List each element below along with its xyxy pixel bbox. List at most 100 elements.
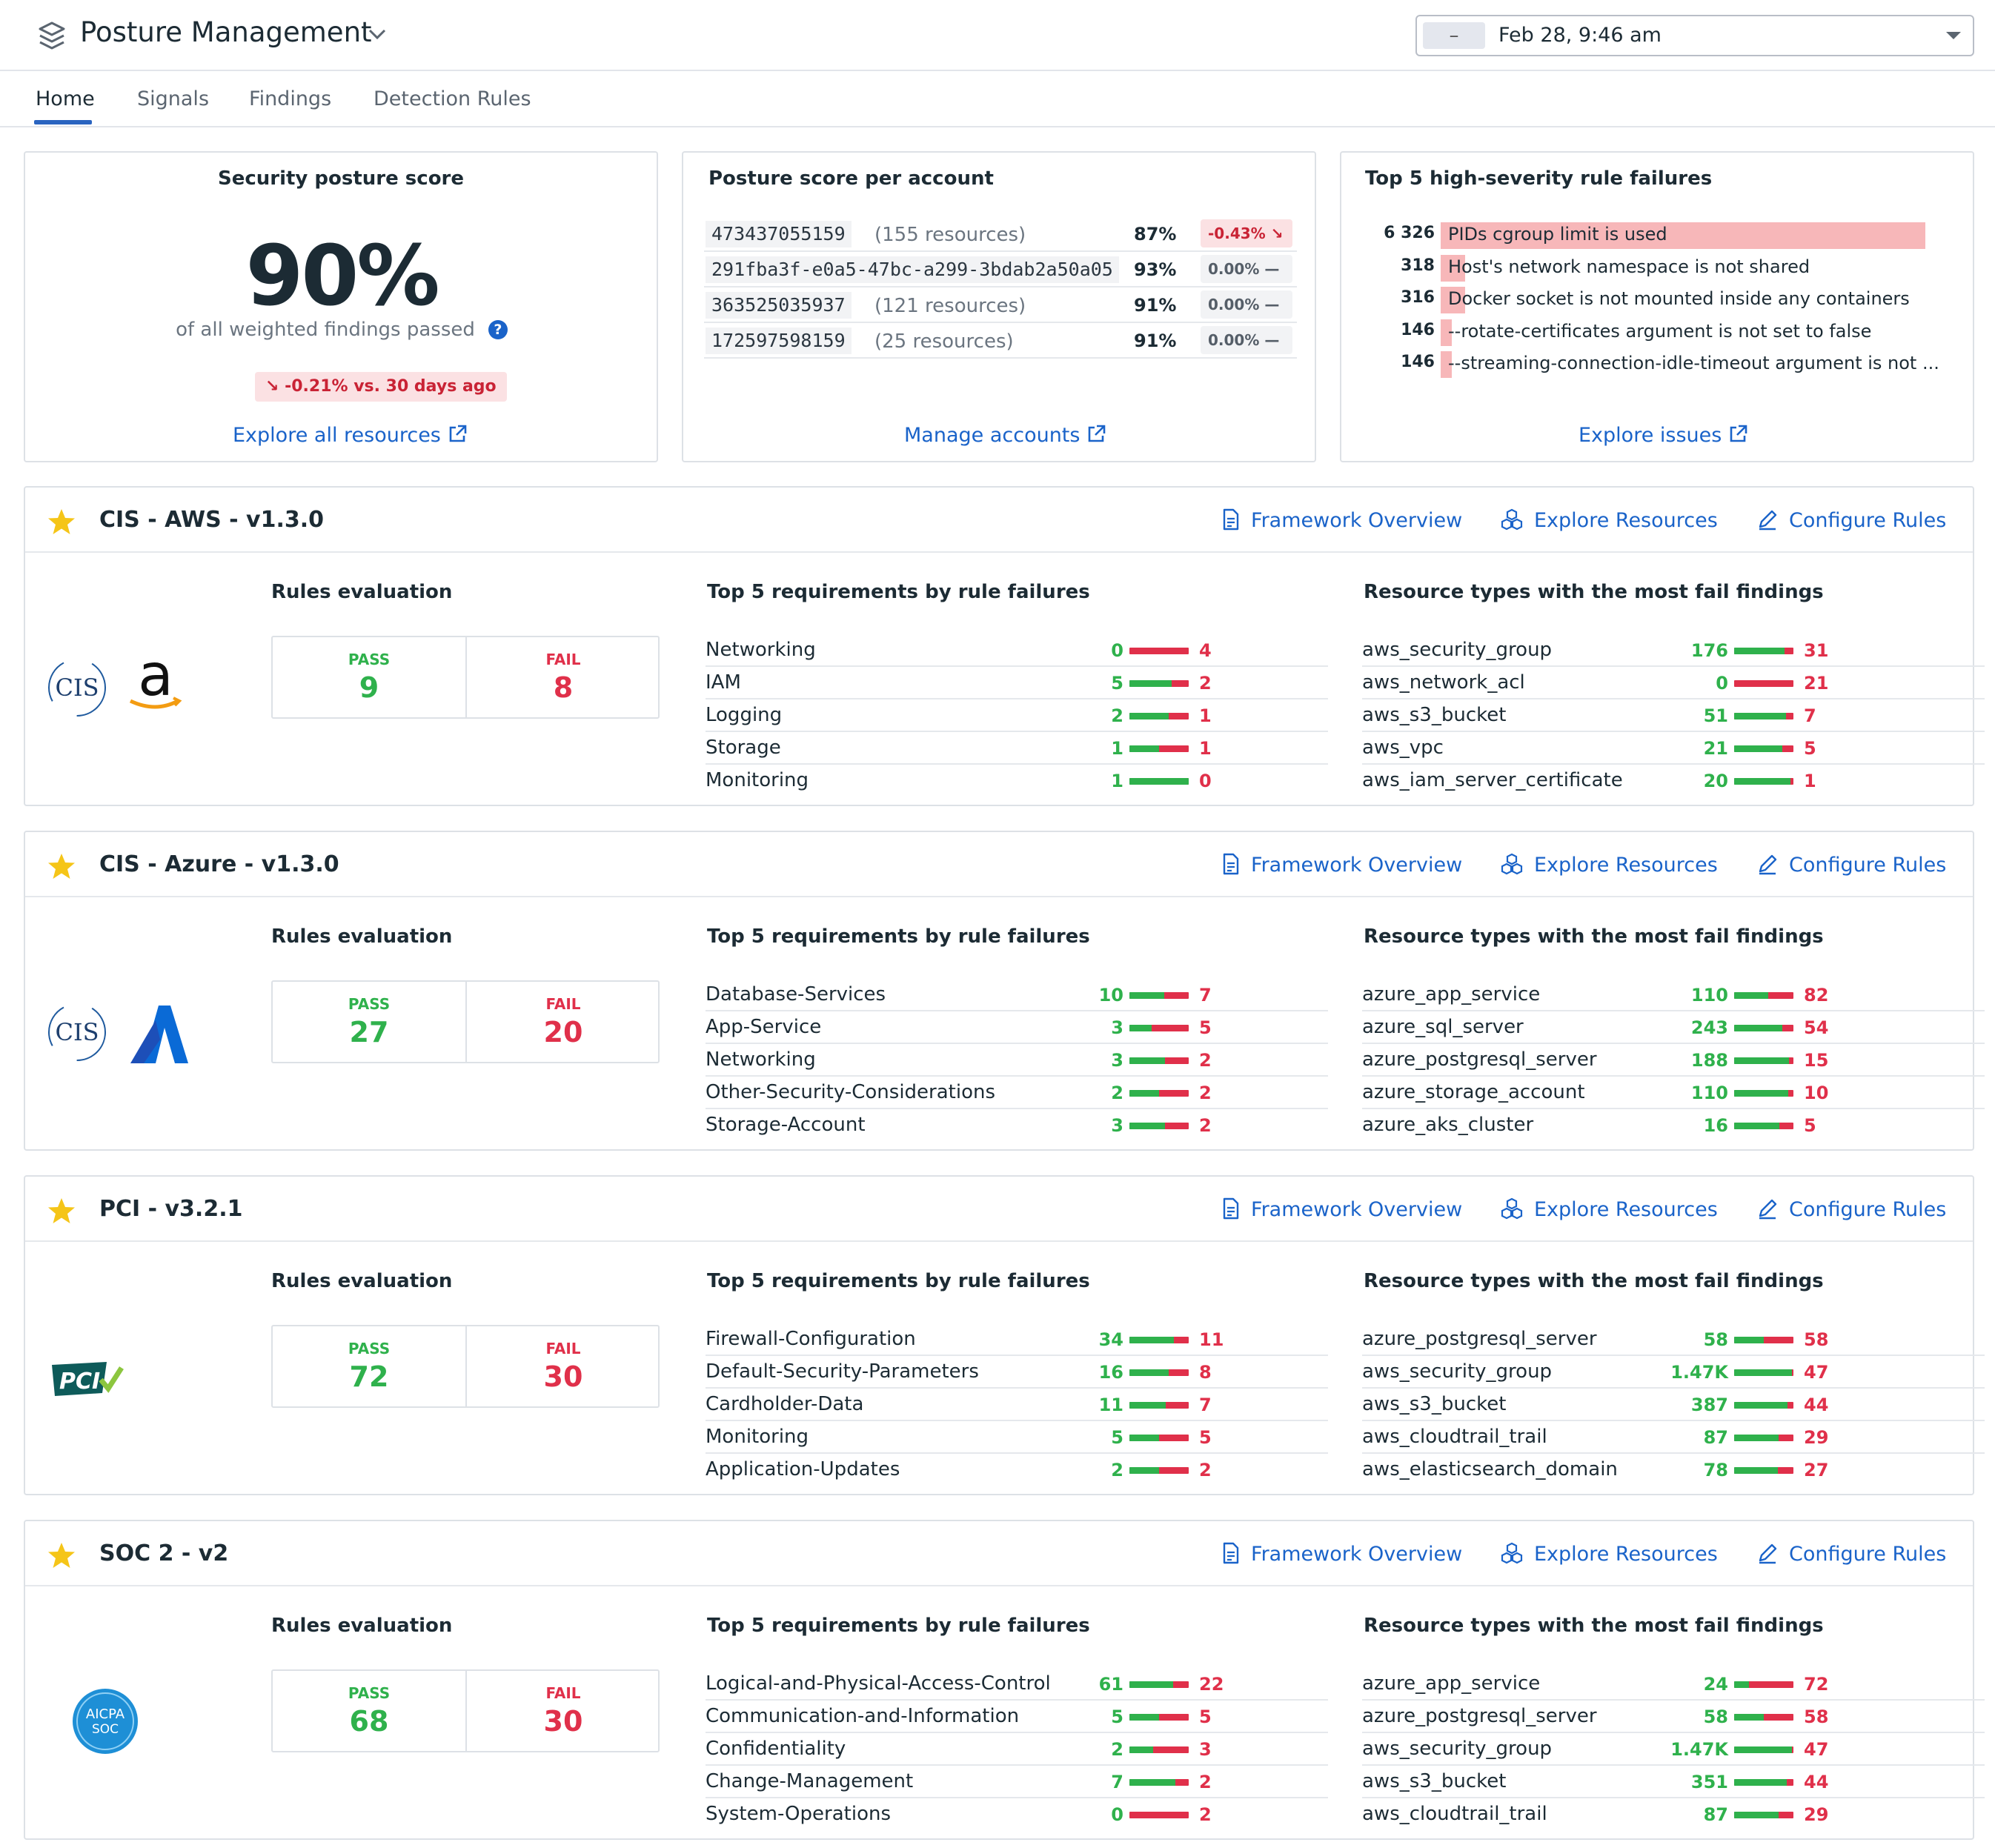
rule-failure-row[interactable]: 146 --streaming-connection-idle-timeout a…	[1341, 348, 1971, 379]
row-pass-count: 3	[1111, 1050, 1123, 1071]
link-text: Explore Resources	[1534, 1198, 1718, 1221]
requirement-row[interactable]: Networking 0 4	[706, 634, 1328, 667]
pass-fail-box[interactable]: PASS 72 FAIL 30	[271, 1325, 660, 1408]
resource-row[interactable]: azure_postgresql_server 58 58	[1362, 1323, 1985, 1356]
link-text: Framework Overview	[1251, 1198, 1463, 1221]
rule-failure-row[interactable]: 318 Host's network namespace is not share…	[1341, 252, 1971, 283]
requirement-row[interactable]: Firewall-Configuration 34 11	[706, 1323, 1328, 1356]
resource-row[interactable]: aws_vpc 21 5	[1362, 732, 1985, 765]
row-name: azure_aks_cluster	[1362, 1114, 1534, 1136]
requirement-row[interactable]: Logging 2 1	[706, 699, 1328, 732]
rule-failure-row[interactable]: 146 --rotate-certificates argument is not…	[1341, 316, 1971, 348]
resource-row[interactable]: aws_security_group 176 31	[1362, 634, 1985, 667]
resource-row[interactable]: aws_s3_bucket 351 44	[1362, 1766, 1985, 1798]
requirement-row[interactable]: Monitoring 1 0	[706, 765, 1328, 797]
framework-overview-link[interactable]: Framework Overview	[1221, 508, 1462, 532]
requirement-row[interactable]: Storage 1 1	[706, 732, 1328, 765]
requirement-row[interactable]: System-Operations 0 2	[706, 1798, 1328, 1831]
star-icon[interactable]	[47, 1197, 76, 1224]
configure-rules-link[interactable]: Configure Rules	[1756, 1542, 1946, 1566]
star-icon[interactable]	[47, 508, 76, 535]
row-pass-count: 110	[1690, 1083, 1728, 1103]
resource-row[interactable]: azure_aks_cluster 16 5	[1362, 1109, 1985, 1142]
page-title[interactable]: Posture Management	[80, 16, 372, 48]
resource-types-title: Resource types with the most fail findin…	[1364, 1270, 1824, 1292]
pass-fail-bar	[1734, 1025, 1793, 1031]
star-icon[interactable]	[47, 853, 76, 880]
tab-home[interactable]: Home	[36, 87, 95, 110]
requirement-row[interactable]: Cardholder-Data 11 7	[706, 1389, 1328, 1421]
resource-row[interactable]: aws_iam_server_certificate 20 1	[1362, 765, 1985, 797]
resource-row[interactable]: azure_storage_account 110 10	[1362, 1077, 1985, 1109]
requirement-row[interactable]: Communication-and-Information 5 5	[706, 1701, 1328, 1733]
resource-row[interactable]: aws_security_group 1.47K 47	[1362, 1356, 1985, 1389]
resource-row[interactable]: azure_postgresql_server 58 58	[1362, 1701, 1985, 1733]
tab-findings[interactable]: Findings	[249, 87, 331, 110]
resource-row[interactable]: aws_elasticsearch_domain 78 27	[1362, 1454, 1985, 1486]
resource-row[interactable]: aws_s3_bucket 387 44	[1362, 1389, 1985, 1421]
explore-resources-link[interactable]: Explore Resources	[1500, 1197, 1718, 1221]
explore-all-resources-link[interactable]: Explore all resources	[233, 424, 468, 447]
framework-name: SOC 2 - v2	[99, 1540, 229, 1566]
account-row[interactable]: 363525035937 (121 resources) 91% 0.00% —	[704, 287, 1297, 323]
tab-detection-rules[interactable]: Detection Rules	[374, 87, 531, 110]
rule-failure-row[interactable]: 316 Docker socket is not mounted inside a…	[1341, 284, 1971, 315]
framework-overview-link[interactable]: Framework Overview	[1221, 853, 1462, 877]
configure-rules-link[interactable]: Configure Rules	[1756, 1197, 1946, 1221]
requirement-row[interactable]: Change-Management 7 2	[706, 1766, 1328, 1798]
row-name: aws_iam_server_certificate	[1362, 769, 1623, 791]
account-row[interactable]: 473437055159 (155 resources) 87% -0.43% ↘	[704, 216, 1297, 252]
requirement-row[interactable]: Database-Services 10 7	[706, 979, 1328, 1011]
row-fail-count: 44	[1804, 1772, 1829, 1792]
star-icon[interactable]	[47, 1542, 76, 1569]
score-delta-badge: ↘ -0.21% vs. 30 days ago	[255, 372, 507, 402]
pass-bar-fill	[1734, 1025, 1783, 1031]
external-link-icon	[1089, 425, 1106, 442]
resource-row[interactable]: aws_s3_bucket 51 7	[1362, 699, 1985, 732]
framework-overview-link[interactable]: Framework Overview	[1221, 1197, 1462, 1221]
rule-failure-row[interactable]: 6 326 PIDs cgroup limit is used	[1341, 219, 1971, 250]
requirement-row[interactable]: Other-Security-Considerations 2 2	[706, 1077, 1328, 1109]
time-picker[interactable]: – Feb 28, 9:46 am	[1415, 15, 1974, 56]
posture-score: 90%	[245, 228, 439, 325]
configure-rules-link[interactable]: Configure Rules	[1756, 508, 1946, 532]
resource-row[interactable]: azure_sql_server 243 54	[1362, 1011, 1985, 1044]
pass-fail-box[interactable]: PASS 68 FAIL 30	[271, 1669, 660, 1752]
resource-row[interactable]: azure_postgresql_server 188 15	[1362, 1044, 1985, 1077]
tab-signals[interactable]: Signals	[137, 87, 209, 110]
requirement-row[interactable]: Storage-Account 3 2	[706, 1109, 1328, 1142]
account-row[interactable]: 172597598159 (25 resources) 91% 0.00% —	[704, 323, 1297, 359]
chevron-down-icon[interactable]	[366, 27, 388, 41]
explore-resources-link[interactable]: Explore Resources	[1500, 1542, 1718, 1566]
resource-row[interactable]: aws_security_group 1.47K 47	[1362, 1733, 1985, 1766]
requirement-row[interactable]: Confidentiality 2 3	[706, 1733, 1328, 1766]
requirement-row[interactable]: Application-Updates 2 2	[706, 1454, 1328, 1486]
explore-resources-link[interactable]: Explore Resources	[1500, 853, 1718, 877]
caret-down-icon[interactable]	[1945, 30, 1962, 41]
requirement-row[interactable]: Default-Security-Parameters 16 8	[706, 1356, 1328, 1389]
help-icon[interactable]: ?	[488, 320, 508, 339]
requirement-row[interactable]: Logical-and-Physical-Access-Control 61 22	[706, 1668, 1328, 1701]
manage-accounts-link[interactable]: Manage accounts	[904, 424, 1106, 447]
resource-row[interactable]: aws_cloudtrail_trail 87 29	[1362, 1798, 1985, 1831]
resource-row[interactable]: aws_cloudtrail_trail 87 29	[1362, 1421, 1985, 1454]
requirement-row[interactable]: Monitoring 5 5	[706, 1421, 1328, 1454]
explore-resources-link[interactable]: Explore Resources	[1500, 508, 1718, 532]
pass-bar-fill	[1734, 1812, 1779, 1818]
account-row[interactable]: 291fba3f-e0a5-47bc-a299-3bdab2a50a05 93% 0…	[704, 252, 1297, 287]
resource-row[interactable]: azure_app_service 24 72	[1362, 1668, 1985, 1701]
framework-overview-link[interactable]: Framework Overview	[1221, 1542, 1462, 1566]
requirement-row[interactable]: IAM 5 2	[706, 667, 1328, 699]
resource-row[interactable]: azure_app_service 110 82	[1362, 979, 1985, 1011]
pass-fail-box[interactable]: PASS 27 FAIL 20	[271, 980, 660, 1063]
requirement-row[interactable]: App-Service 3 5	[706, 1011, 1328, 1044]
svg-text:AICPA: AICPA	[86, 1706, 125, 1722]
requirement-row[interactable]: Networking 3 2	[706, 1044, 1328, 1077]
pass-fail-box[interactable]: PASS 9 FAIL 8	[271, 636, 660, 719]
time-minus-button[interactable]: –	[1423, 22, 1485, 49]
configure-rules-link[interactable]: Configure Rules	[1756, 853, 1946, 877]
explore-issues-link[interactable]: Explore issues	[1579, 424, 1748, 447]
row-pass-count: 58	[1703, 1706, 1728, 1727]
fail-label: FAIL	[545, 1340, 581, 1357]
resource-row[interactable]: aws_network_acl 0 21	[1362, 667, 1985, 699]
